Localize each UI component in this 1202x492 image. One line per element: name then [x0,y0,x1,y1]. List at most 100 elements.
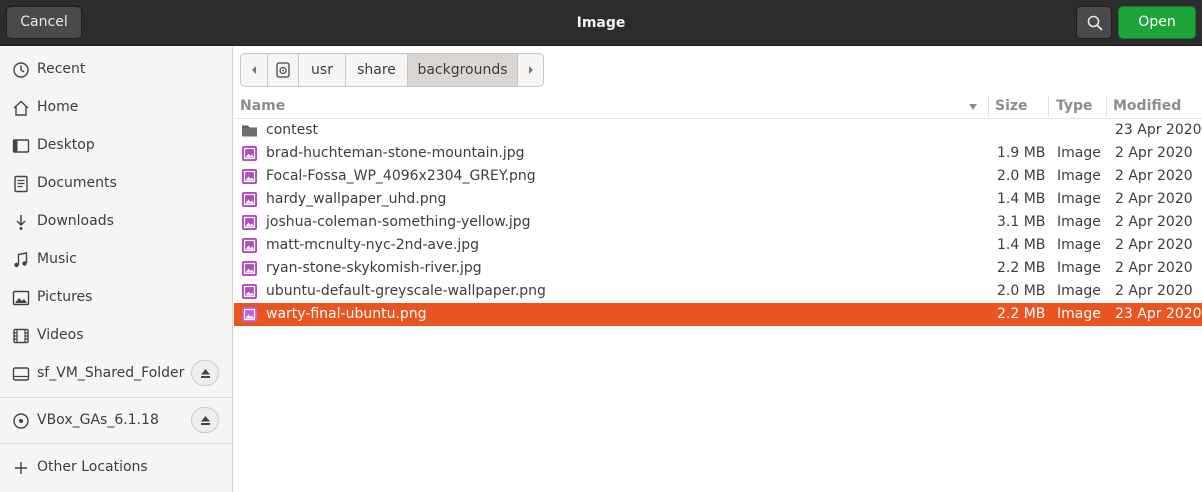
sidebar-item-pictures[interactable]: Pictures [0,278,232,316]
home-icon [13,100,29,116]
sidebar-item-label: Pictures [37,289,93,305]
sidebar-item-documents[interactable]: Documents [0,164,232,202]
file-name: joshua-coleman-something-yellow.jpg [266,214,531,230]
file-row-selected[interactable]: warty-final-ubuntu.png 2.2 MB Image 23 A… [234,303,1202,326]
sidebar-item-vbox-gas[interactable]: VBox_GAs_6.1.18 [0,401,232,439]
path-root-button[interactable] [267,53,299,87]
file-type: Image [1057,145,1101,161]
file-modified: 2 Apr 2020 [1115,145,1193,161]
sort-descending-icon [969,104,977,110]
file-size: 2.2 MB [997,306,1046,322]
eject-icon [201,369,210,378]
image-file-icon [242,215,257,230]
sidebar-item-label: sf_VM_Shared_Folder [37,365,185,381]
file-row[interactable]: joshua-coleman-something-yellow.jpg 3.1 … [234,211,1202,234]
eject-button[interactable] [191,407,219,433]
desktop-icon [12,139,30,153]
file-name: warty-final-ubuntu.png [266,306,427,322]
sidebar-item-downloads[interactable]: Downloads [0,202,232,240]
file-type: Image [1057,237,1101,253]
sidebar-item-videos[interactable]: Videos [0,316,232,354]
file-row[interactable]: contest 23 Apr 2020 [234,119,1202,142]
file-name: Focal-Fossa_WP_4096x2304_GREY.png [266,168,536,184]
file-row[interactable]: brad-huchteman-stone-mountain.jpg 1.9 MB… [234,142,1202,165]
places-sidebar: Recent Home Desktop Documents Downloads … [0,47,233,492]
open-button[interactable]: Open [1118,6,1196,39]
path-segment-share[interactable]: share [345,53,408,87]
clock-icon [13,62,29,78]
sidebar-item-other-locations[interactable]: Other Locations [0,448,232,486]
column-header-name[interactable]: Name [240,94,980,118]
sidebar-item-music[interactable]: Music [0,240,232,278]
file-modified: 2 Apr 2020 [1115,237,1193,253]
sidebar-item-label: Downloads [37,213,114,229]
file-name: contest [266,122,319,138]
file-type: Image [1057,306,1101,322]
file-modified: 2 Apr 2020 [1115,168,1193,184]
file-row[interactable]: matt-mcnulty-nyc-2nd-ave.jpg 1.4 MB Imag… [234,234,1202,257]
file-type: Image [1057,191,1101,207]
videos-icon [13,328,29,344]
file-size: 2.0 MB [997,168,1046,184]
image-file-icon [242,146,257,161]
column-separator [988,96,989,116]
file-modified: 23 Apr 2020 [1115,122,1202,138]
eject-icon [201,416,210,425]
file-type: Image [1057,260,1101,276]
cancel-button[interactable]: Cancel [6,6,82,39]
file-row[interactable]: Focal-Fossa_WP_4096x2304_GREY.png 2.0 MB… [234,165,1202,188]
file-size: 2.2 MB [997,260,1046,276]
search-button[interactable] [1076,6,1112,39]
column-header-type[interactable]: Type [1056,94,1106,118]
file-modified: 2 Apr 2020 [1115,283,1193,299]
file-modified: 2 Apr 2020 [1115,214,1193,230]
file-modified: 2 Apr 2020 [1115,260,1193,276]
file-name: hardy_wallpaper_uhd.png [266,191,447,207]
file-row[interactable]: hardy_wallpaper_uhd.png 1.4 MB Image 2 A… [234,188,1202,211]
file-row[interactable]: ubuntu-default-greyscale-wallpaper.png 2… [234,280,1202,303]
path-scroll-right-button[interactable] [517,53,544,87]
sidebar-item-label: Recent [37,61,86,77]
file-modified: 23 Apr 2020 [1115,306,1202,322]
sidebar-item-recent[interactable]: Recent [0,50,232,88]
image-file-icon [242,261,257,276]
music-icon [14,252,28,268]
column-separator [1106,96,1107,116]
image-file-icon [242,284,257,299]
folder-icon [242,125,257,137]
path-scroll-left-button[interactable] [240,53,268,87]
disc-icon [13,413,29,429]
file-name: matt-mcnulty-nyc-2nd-ave.jpg [266,237,480,253]
image-file-icon [242,169,257,184]
column-separator [1048,96,1049,116]
column-header-label: Name [240,98,286,114]
file-type: Image [1057,168,1101,184]
sidebar-item-label: Videos [37,327,84,343]
file-row[interactable]: ryan-stone-skykomish-river.jpg 2.2 MB Im… [234,257,1202,280]
file-name: ryan-stone-skykomish-river.jpg [266,260,482,276]
path-segment-backgrounds[interactable]: backgrounds [407,53,518,87]
column-header-modified[interactable]: Modified [1113,94,1198,118]
dialog-title: Image [576,15,626,31]
sidebar-item-shared-folder[interactable]: sf_VM_Shared_Folder [0,354,232,392]
file-size: 3.1 MB [997,214,1046,230]
sidebar-item-desktop[interactable]: Desktop [0,126,232,164]
sidebar-item-label: Documents [37,175,117,191]
download-icon [16,215,26,230]
file-size: 2.0 MB [997,283,1046,299]
eject-button[interactable] [191,360,219,386]
image-file-icon [242,192,257,207]
file-type: Image [1057,283,1101,299]
image-file-icon [242,238,257,253]
file-size: 1.4 MB [997,191,1046,207]
header-bar: Cancel Image Open [0,0,1202,46]
column-header-size[interactable]: Size [995,94,1045,118]
chevron-right-icon [528,66,533,74]
sidebar-item-home[interactable]: Home [0,88,232,126]
document-icon [14,175,28,193]
drive-icon [12,367,30,381]
file-modified: 2 Apr 2020 [1115,191,1193,207]
path-segment-usr[interactable]: usr [298,53,346,87]
chevron-left-icon [252,66,256,74]
file-name: ubuntu-default-greyscale-wallpaper.png [266,283,546,299]
